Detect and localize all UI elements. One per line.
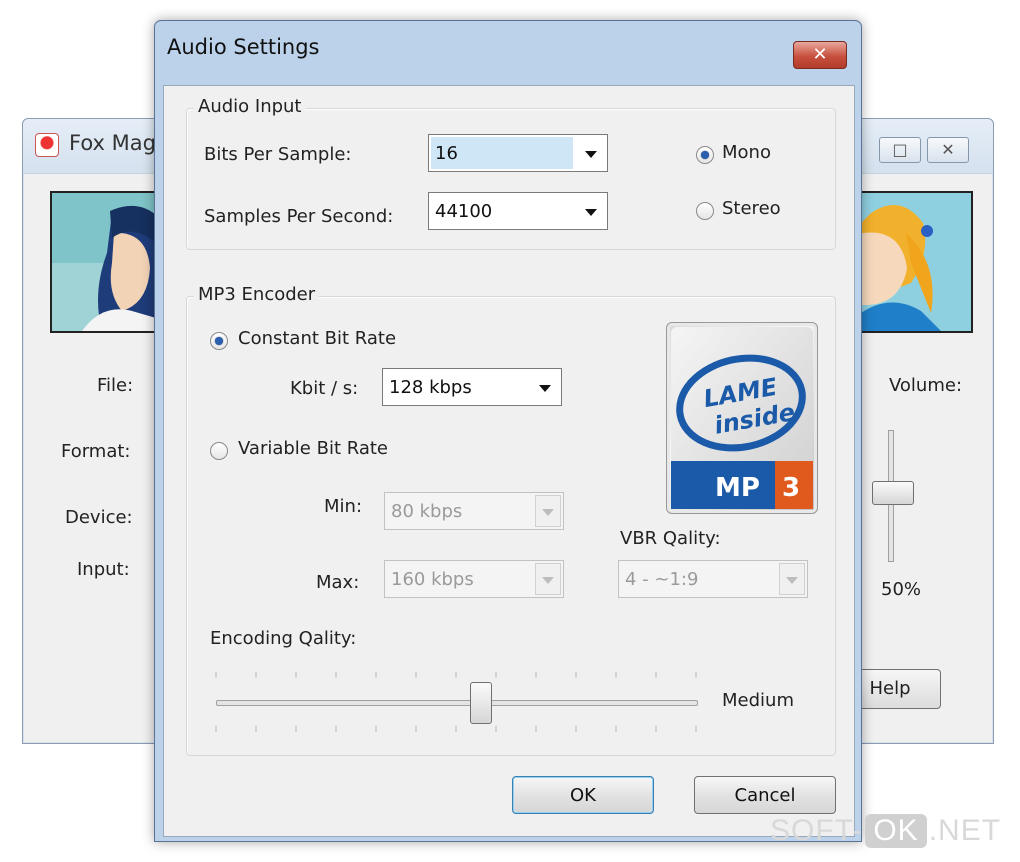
- chevron-down-icon: [585, 209, 597, 216]
- app-icon: [35, 133, 59, 157]
- kbit-label: Kbit / s:: [290, 378, 359, 399]
- constant-bit-rate-radio[interactable]: [210, 332, 228, 350]
- mono-label: Mono: [722, 142, 771, 163]
- dialog-body: Audio Input Bits Per Sample: 16 Samples …: [163, 85, 855, 837]
- vbr-quality-select[interactable]: 4 - ~1:9: [618, 560, 808, 598]
- chevron-down-icon: [585, 151, 597, 158]
- max-label: Max:: [316, 572, 360, 593]
- stereo-radio[interactable]: [696, 202, 714, 220]
- cancel-button[interactable]: Cancel: [694, 776, 836, 814]
- vbr-quality-value: 4 - ~1:9: [625, 569, 699, 590]
- restore-button[interactable]: □: [879, 137, 921, 163]
- chevron-down-icon: [535, 563, 561, 595]
- max-select[interactable]: 160 kbps: [384, 560, 564, 598]
- variable-bit-rate-radio[interactable]: [210, 442, 228, 460]
- max-value: 160 kbps: [391, 569, 474, 590]
- mp3-encoder-group-label: MP3 Encoder: [194, 284, 320, 305]
- constant-bit-rate-label: Constant Bit Rate: [238, 328, 397, 349]
- min-label: Min:: [324, 496, 363, 517]
- samples-per-second-select[interactable]: 44100: [428, 192, 608, 230]
- kbit-value: 128 kbps: [389, 377, 472, 398]
- audio-settings-dialog: Audio Settings ✕ Audio Input Bits Per Sa…: [154, 20, 862, 842]
- bits-per-sample-value: 16: [435, 143, 458, 164]
- format-label: Format:: [61, 441, 131, 462]
- encoding-quality-slider-thumb[interactable]: [470, 682, 492, 724]
- min-value: 80 kbps: [391, 501, 463, 522]
- chevron-down-icon: [539, 385, 551, 392]
- audio-input-group-label: Audio Input: [194, 96, 306, 117]
- three-text: 3: [782, 473, 800, 503]
- dialog-title: Audio Settings: [167, 35, 320, 59]
- watermark-box: OK: [865, 814, 927, 848]
- ok-button[interactable]: OK: [512, 776, 654, 814]
- encoding-quality-slider-track[interactable]: [216, 700, 698, 706]
- device-label: Device:: [65, 507, 133, 528]
- variable-bit-rate-label: Variable Bit Rate: [238, 438, 389, 459]
- file-label: File:: [97, 375, 134, 396]
- volume-label: Volume:: [889, 375, 963, 396]
- volume-value: 50%: [881, 579, 922, 600]
- encoding-quality-value: Medium: [722, 690, 794, 711]
- encoding-quality-label: Encoding Qality:: [210, 628, 357, 649]
- bits-per-sample-label: Bits Per Sample:: [204, 144, 352, 165]
- vbr-quality-label: VBR Qality:: [620, 528, 721, 549]
- samples-per-second-value: 44100: [435, 201, 493, 222]
- close-background-button[interactable]: ✕: [927, 137, 969, 163]
- min-select[interactable]: 80 kbps: [384, 492, 564, 530]
- kbit-select[interactable]: 128 kbps: [382, 368, 562, 406]
- mono-radio[interactable]: [696, 146, 714, 164]
- watermark-pre: SOFT-: [770, 814, 864, 847]
- lame-mp3-logo: LAME inside MP 3: [666, 322, 818, 514]
- chevron-down-icon: [535, 495, 561, 527]
- chevron-down-icon: [779, 563, 805, 595]
- background-window-title: Fox Mag: [69, 131, 156, 155]
- mp-text: MP: [715, 473, 760, 503]
- samples-per-second-label: Samples Per Second:: [204, 206, 394, 227]
- left-avatar-image: [50, 191, 158, 333]
- stereo-label: Stereo: [722, 198, 781, 219]
- bits-per-sample-select[interactable]: 16: [428, 134, 608, 172]
- input-label: Input:: [77, 559, 130, 580]
- close-icon: ✕: [812, 44, 828, 65]
- volume-slider-thumb[interactable]: [872, 481, 914, 505]
- right-avatar-image: [859, 191, 973, 333]
- watermark-post: .NET: [928, 814, 1002, 847]
- dialog-close-button[interactable]: ✕: [793, 41, 847, 69]
- watermark: SOFT- OK .NET: [770, 814, 1001, 848]
